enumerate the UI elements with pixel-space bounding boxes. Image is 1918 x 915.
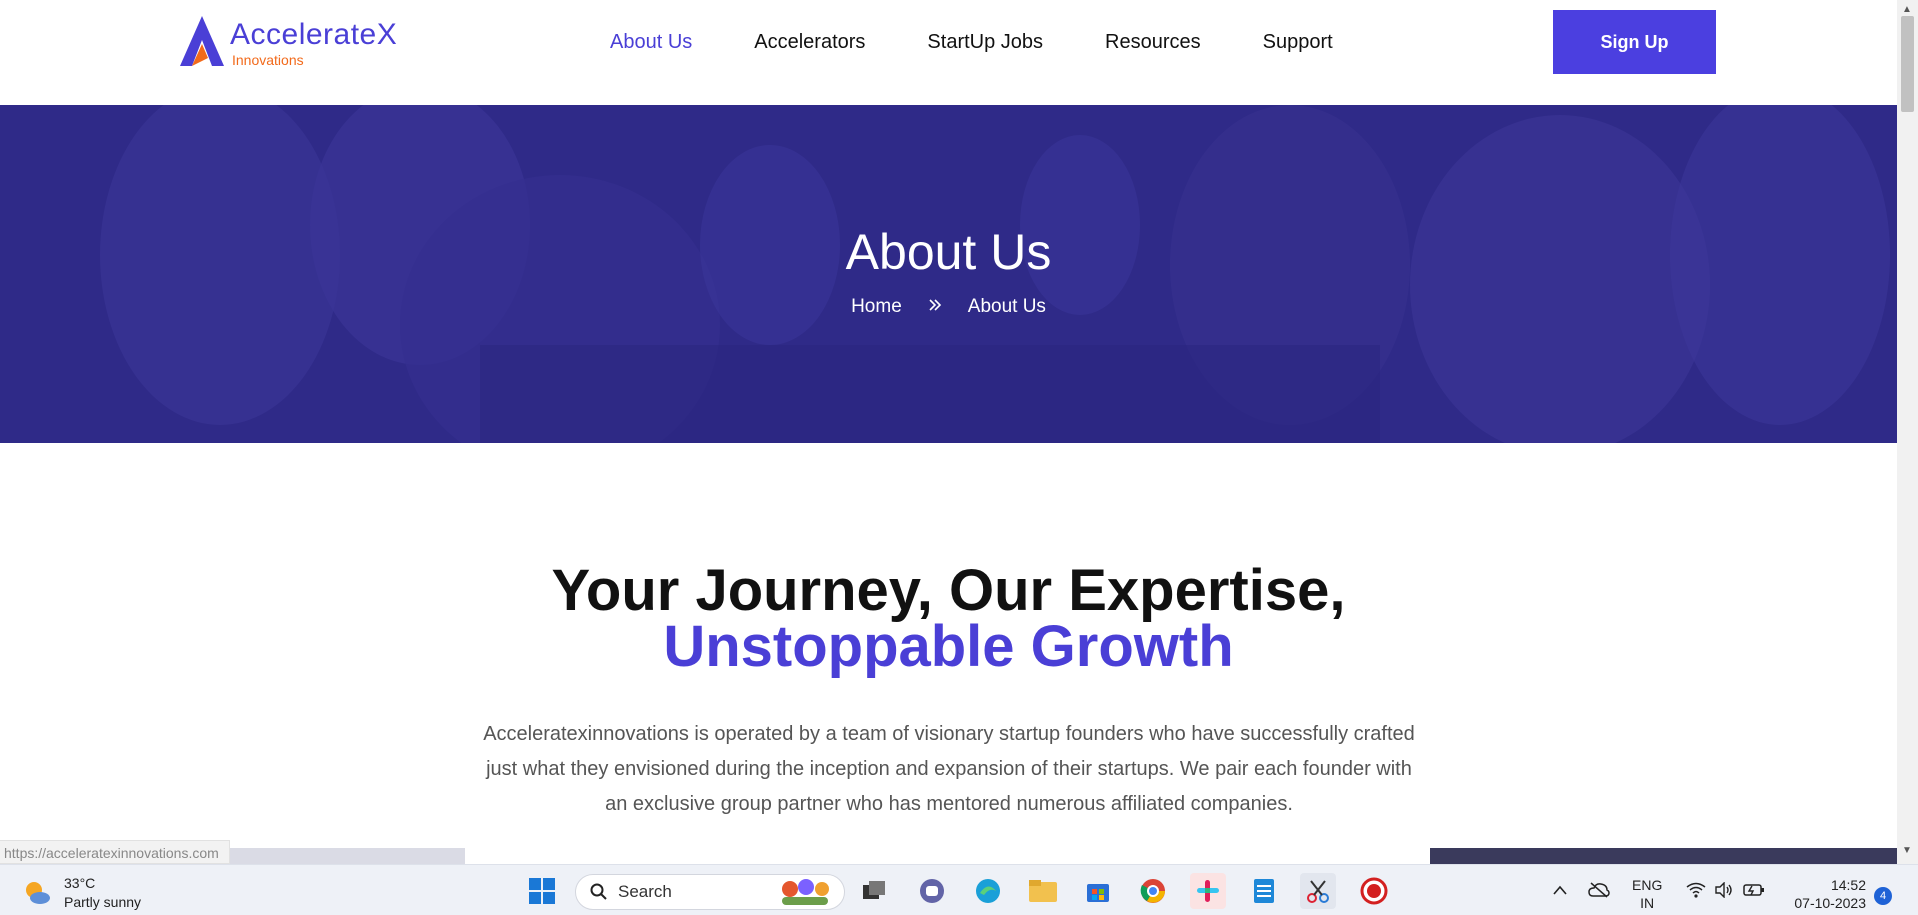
volume-icon[interactable] [1714,881,1734,901]
taskbar-clock[interactable]: 14:52 07-10-2023 [1786,876,1866,912]
battery-icon[interactable] [1743,882,1765,901]
task-view-icon[interactable] [856,873,892,909]
weather-temperature: 33°C [64,875,96,891]
input-language[interactable]: ENG IN [1632,876,1662,912]
weather-description: Partly sunny [64,894,142,910]
logo-a-icon [180,16,224,66]
site-header: AccelerateX Innovations About Us Acceler… [0,0,1897,105]
page-scrollbar[interactable]: ▲ ▼ [1897,0,1918,864]
hero-title: About Us [845,224,1052,280]
partly-sunny-icon [26,882,50,904]
scroll-down-arrow-icon[interactable]: ▼ [1902,845,1912,856]
webpage-viewport: AccelerateX Innovations About Us Acceler… [0,0,1897,864]
slack-icon[interactable] [1190,873,1226,909]
onedrive-offline-icon[interactable] [1588,882,1610,901]
sign-up-button[interactable]: Sign Up [1553,10,1716,74]
notepad-icon[interactable] [1246,873,1282,909]
chrome-browser-icon[interactable] [1135,873,1171,909]
nav-accelerators[interactable]: Accelerators [754,31,865,54]
nav-support[interactable]: Support [1263,31,1333,54]
notification-badge[interactable]: 4 [1874,887,1892,905]
breadcrumb: Home About Us [0,296,1897,318]
site-logo[interactable]: AccelerateX Innovations [178,14,398,70]
intro-paragraph: Acceleratexinnovations is operated by a … [483,723,1415,815]
language-code: ENG [1632,877,1663,893]
weather-widget[interactable]: 33°C Partly sunny [22,873,141,913]
logo-name: AccelerateX [230,18,398,51]
nav-about-us[interactable]: About Us [610,31,692,54]
main-nav: About Us Accelerators StartUp Jobs Resou… [610,0,1395,85]
chevron-up-icon[interactable] [1553,882,1567,898]
clock-time: 14:52 [1830,877,1866,893]
wifi-icon[interactable] [1686,882,1706,901]
taskbar-search[interactable]: Search [575,874,845,910]
headline-line-2: Unstoppable Growth [663,614,1234,679]
search-icon [590,883,607,900]
windows-start-icon[interactable] [524,873,560,909]
breadcrumb-home-link[interactable]: Home [851,296,902,318]
nav-resources[interactable]: Resources [1105,31,1201,54]
scroll-up-arrow-icon[interactable]: ▲ [1902,4,1912,15]
edge-browser-icon[interactable] [970,873,1006,909]
nav-startup-jobs[interactable]: StartUp Jobs [927,31,1043,54]
content-image-peek [1430,848,1897,864]
breadcrumb-current: About Us [967,296,1046,317]
link-status-url: https://acceleratexinnovations.com [0,840,230,864]
screen-recorder-icon[interactable] [1356,873,1392,909]
windows-taskbar: 33°C Partly sunny Search ENG IN 14:52 07… [0,864,1918,915]
region-code: IN [1640,895,1655,911]
double-chevron-right-icon [928,296,942,318]
clock-date: 07-10-2023 [1794,895,1866,911]
snipping-tool-icon[interactable] [1300,873,1336,909]
page-headline: Your Journey, Our Expertise, Unstoppable… [0,562,1897,679]
teams-chat-icon[interactable] [914,873,950,909]
file-explorer-icon[interactable] [1025,873,1061,909]
search-label: Search [618,882,672,901]
search-highlight-icon [782,879,829,905]
scrollbar-thumb[interactable] [1901,16,1914,112]
hero-banner: About Us Home About Us [0,105,1897,443]
logo-subtitle: Innovations [232,52,304,68]
microsoft-store-icon[interactable] [1080,873,1116,909]
